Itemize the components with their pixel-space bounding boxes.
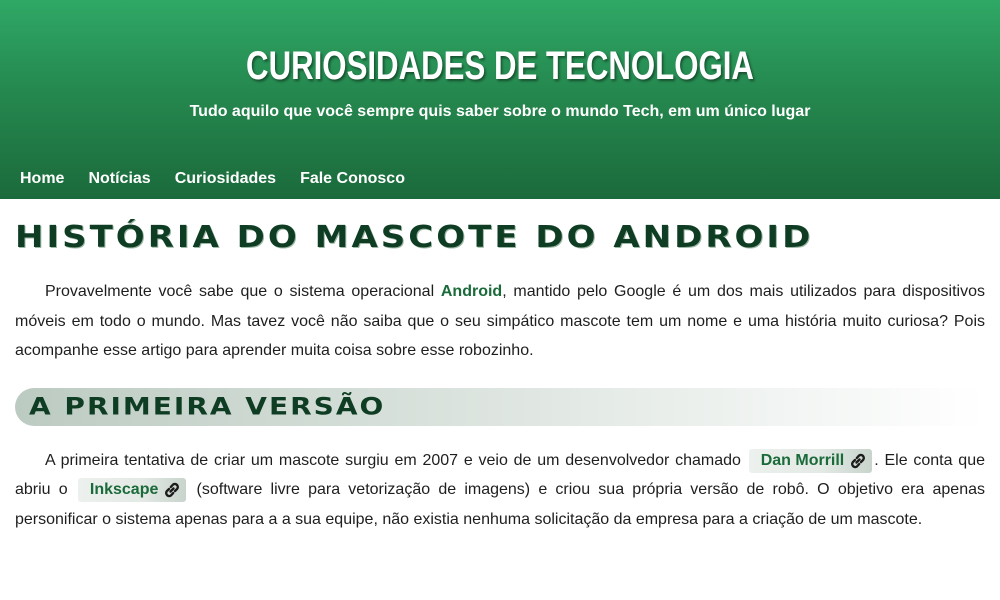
main-nav: Home Notícias Curiosidades Fale Conosco (20, 170, 429, 188)
inkscape-link-label: Inkscape (89, 481, 159, 498)
site-title: CURIOSIDADES DE TECNOLOGIA (246, 44, 754, 88)
section-paragraph: A primeira tentativa de criar um mascote… (15, 446, 985, 535)
android-highlight: Android (440, 283, 503, 300)
section-heading-band: A PRIMEIRA VERSÃO (15, 387, 985, 426)
intro-paragraph: Provavelmente você sabe que o sistema op… (15, 277, 985, 366)
nav-item-fale-conosco[interactable]: Fale Conosco (300, 170, 405, 188)
intro-text-before: Provavelmente você sabe que o sistema op… (45, 283, 441, 300)
chain-link-icon (162, 480, 182, 500)
inkscape-link[interactable]: Inkscape (77, 478, 187, 502)
article-content: HISTÓRIA DO MASCOTE DO ANDROID Provavelm… (0, 217, 1000, 534)
nav-item-curiosidades[interactable]: Curiosidades (175, 170, 276, 188)
article-title: HISTÓRIA DO MASCOTE DO ANDROID (15, 219, 814, 255)
section-title: A PRIMEIRA VERSÃO (29, 392, 386, 421)
nav-item-home[interactable]: Home (20, 170, 64, 188)
chain-link-icon (848, 451, 868, 471)
site-subtitle: Tudo aquilo que você sempre quis saber s… (189, 103, 811, 120)
dan-morrill-link[interactable]: Dan Morrill (748, 448, 873, 473)
section-text-a: A primeira tentativa de criar um mascote… (45, 451, 747, 469)
nav-item-noticias[interactable]: Notícias (88, 170, 150, 188)
site-header: CURIOSIDADES DE TECNOLOGIA Tudo aquilo q… (0, 0, 1000, 199)
dan-morrill-link-label: Dan Morrill (760, 451, 845, 469)
